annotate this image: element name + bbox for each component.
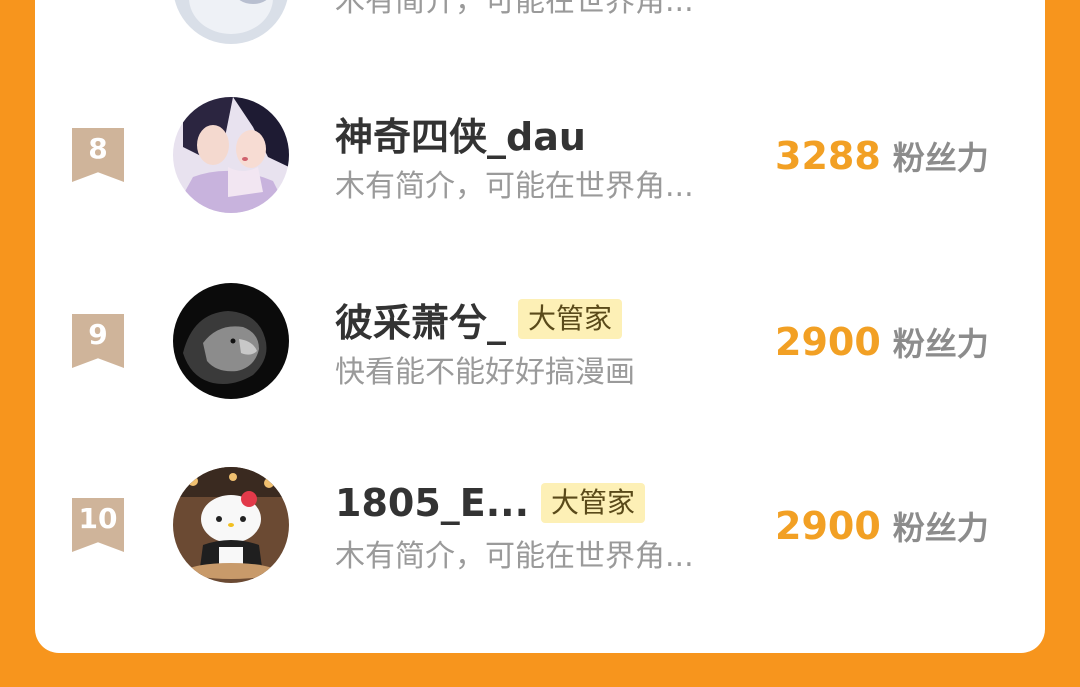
user-name[interactable]: 神奇四侠_dau <box>335 106 586 161</box>
avatar-partial[interactable] <box>173 0 289 44</box>
user-description: 木有简介，可能在世界角... <box>335 539 694 574</box>
rank-ribbon: 8 <box>72 128 124 182</box>
score-value: 2900 <box>775 320 881 364</box>
lion-avatar[interactable] <box>173 283 289 399</box>
score-unit: 粉丝力 <box>892 325 989 363</box>
user-name[interactable]: 彼采萧兮_ <box>335 292 506 347</box>
score-value: 3288 <box>775 134 881 178</box>
list-item-partial[interactable]: 木有简介，可能在世界角... <box>35 0 1045 48</box>
anime-couple-avatar[interactable] <box>173 97 289 213</box>
rank-ribbon: 9 <box>72 314 124 368</box>
user-description: 木有简介，可能在世界角... <box>335 0 694 19</box>
list-item[interactable]: 9 彼采萧兮_ 大管家 快看能不能好好搞漫画 2900 粉丝力 <box>35 283 1045 403</box>
name-line: 神奇四侠_dau <box>335 105 586 161</box>
fan-power-score: 2900 粉丝力 <box>775 319 989 365</box>
rank-ribbon: 10 <box>72 498 124 552</box>
name-line: 1805_E... 大管家 <box>335 475 646 531</box>
fan-power-score: 2900 粉丝力 <box>775 503 989 549</box>
user-name[interactable]: 1805_E... <box>335 481 529 525</box>
score-unit: 粉丝力 <box>892 509 989 547</box>
fan-ranking-card: 木有简介，可能在世界角... 8 神奇四侠_dau 木有简介，可能在世界角...… <box>35 0 1045 653</box>
hello-kitty-avatar[interactable] <box>173 467 289 583</box>
score-unit: 粉丝力 <box>892 139 989 177</box>
steward-badge: 大管家 <box>541 483 646 523</box>
list-item[interactable]: 10 1805_E... 大管家 木有简介，可能在世界角... 2900 粉丝力 <box>35 467 1045 587</box>
score-value: 2900 <box>775 504 881 548</box>
steward-badge: 大管家 <box>518 299 623 339</box>
user-description: 木有简介，可能在世界角... <box>335 169 694 204</box>
list-item[interactable]: 8 神奇四侠_dau 木有简介，可能在世界角... 3288 粉丝力 <box>35 97 1045 217</box>
fan-power-score: 3288 粉丝力 <box>775 133 989 179</box>
user-description: 快看能不能好好搞漫画 <box>335 355 635 390</box>
name-line: 彼采萧兮_ 大管家 <box>335 291 623 347</box>
